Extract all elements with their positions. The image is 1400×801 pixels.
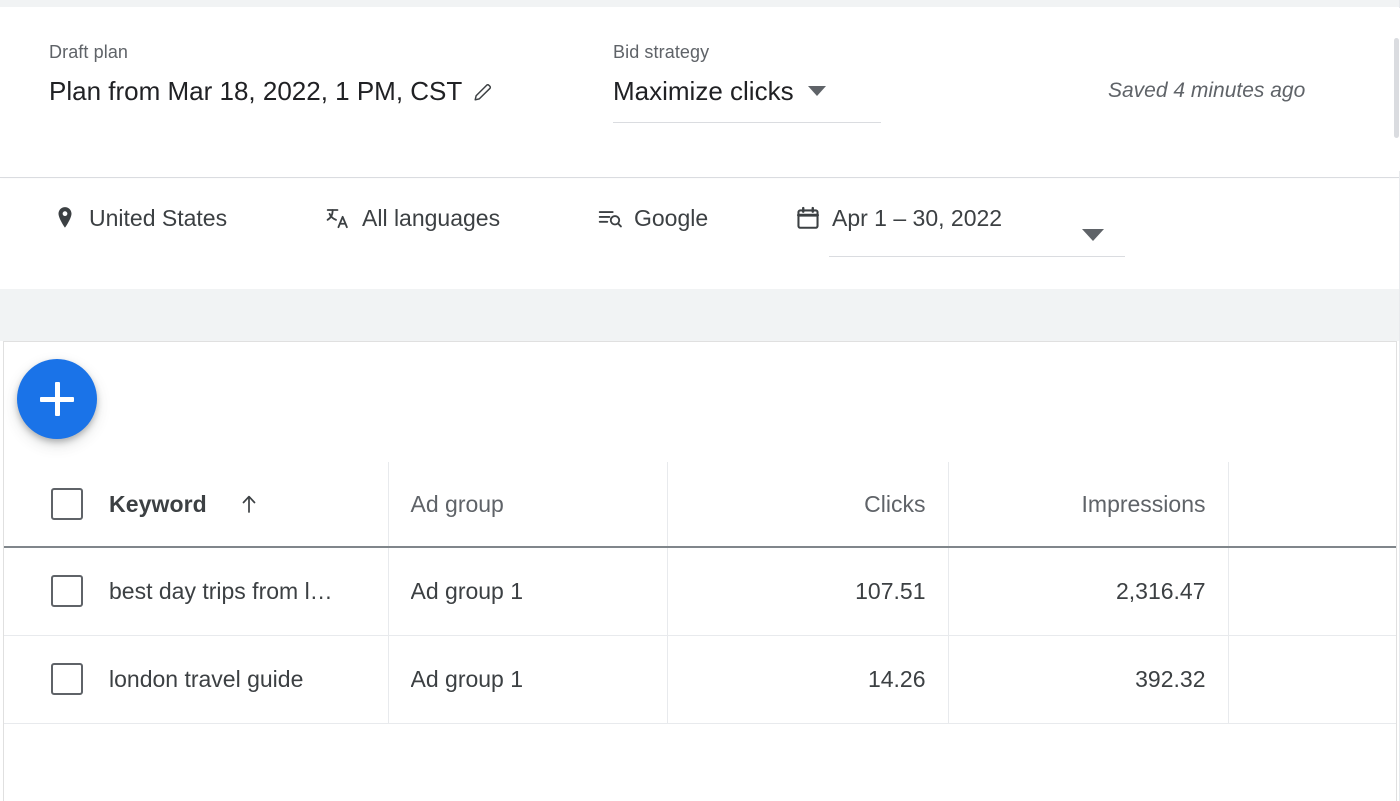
row-ad-group-cell: Ad group 1 <box>388 635 668 724</box>
pencil-icon[interactable] <box>472 81 494 103</box>
row-clicks-value: 14.26 <box>867 665 926 692</box>
row-extra-cell <box>1228 547 1396 636</box>
table-header-clicks[interactable]: Clicks <box>667 462 949 548</box>
row-clicks-cell: 14.26 <box>667 635 949 724</box>
vertical-scrollbar-track[interactable] <box>1394 8 1400 171</box>
table-header-extra[interactable] <box>1228 462 1396 548</box>
chevron-down-icon[interactable] <box>807 86 826 96</box>
select-all-checkbox[interactable] <box>51 488 83 520</box>
add-keyword-button[interactable] <box>17 359 97 439</box>
plus-icon <box>40 382 74 416</box>
table-header-clicks-label: Clicks <box>864 490 926 517</box>
row-impressions-value: 392.32 <box>1135 665 1206 692</box>
draft-plan-value: Plan from Mar 18, 2022, 1 PM, CST <box>49 76 463 106</box>
filter-location-label: United States <box>89 205 228 231</box>
date-range-chevron-down-icon[interactable] <box>1082 229 1104 241</box>
bid-strategy-underline <box>613 122 881 123</box>
table-header-ad-group-label: Ad group <box>410 490 504 517</box>
row-impressions-value: 2,316.47 <box>1115 577 1206 604</box>
filter-language-label: All languages <box>362 205 501 231</box>
row-ad-group-text: Ad group 1 <box>410 577 524 604</box>
row-ad-group-text: Ad group 1 <box>410 665 524 692</box>
filter-bar: United States All languages Google Apr 1… <box>0 179 1400 289</box>
draft-plan-value-row[interactable]: Plan from Mar 18, 2022, 1 PM, CST <box>49 74 494 108</box>
row-checkbox[interactable] <box>51 663 83 695</box>
table-header-impressions-label: Impressions <box>1081 490 1206 517</box>
table-header-ad-group[interactable]: Ad group <box>388 462 668 548</box>
filter-date-range[interactable]: Apr 1 – 30, 2022 <box>795 198 1002 238</box>
filter-language[interactable]: All languages <box>325 198 500 238</box>
location-pin-icon <box>52 205 78 231</box>
plan-header-panel: Draft plan Plan from Mar 18, 2022, 1 PM,… <box>0 7 1400 178</box>
row-impressions-cell: 392.32 <box>948 635 1229 724</box>
draft-plan-field: Draft plan Plan from Mar 18, 2022, 1 PM,… <box>49 40 494 108</box>
row-extra-cell <box>1228 635 1396 724</box>
table-header-impressions[interactable]: Impressions <box>948 462 1229 548</box>
bid-strategy-label: Bid strategy <box>613 42 710 62</box>
keyword-table: Keyword Ad group Clicks Impressions best… <box>4 462 1396 724</box>
row-clicks-value: 107.51 <box>855 577 926 604</box>
vertical-scrollbar-thumb[interactable] <box>1394 38 1399 138</box>
bid-strategy-value: Maximize clicks <box>613 76 794 106</box>
content-gap <box>0 289 1400 341</box>
row-keyword-text: london travel guide <box>109 665 304 692</box>
filter-location[interactable]: United States <box>52 198 227 238</box>
saved-status-text: Saved 4 minutes ago <box>1108 79 1306 102</box>
row-impressions-cell: 2,316.47 <box>948 547 1229 636</box>
draft-plan-label: Draft plan <box>49 42 129 62</box>
filter-network[interactable]: Google <box>597 198 708 238</box>
table-row[interactable]: london travel guide Ad group 1 14.26 392… <box>4 635 1396 724</box>
filter-date-range-label: Apr 1 – 30, 2022 <box>832 205 1003 231</box>
row-keyword-cell: best day trips from l… <box>4 547 389 636</box>
page-root: Draft plan Plan from Mar 18, 2022, 1 PM,… <box>0 0 1400 801</box>
row-keyword-cell: london travel guide <box>4 635 389 724</box>
table-row[interactable]: best day trips from l… Ad group 1 107.51… <box>4 547 1396 636</box>
bid-strategy-field: Bid strategy Maximize clicks <box>613 40 881 123</box>
table-header-keyword-label: Keyword <box>109 490 207 517</box>
calendar-icon <box>795 205 821 231</box>
search-list-icon <box>597 205 623 231</box>
row-keyword-text: best day trips from l… <box>109 577 333 604</box>
table-header-keyword[interactable]: Keyword <box>4 462 389 548</box>
date-range-underline <box>829 256 1125 257</box>
translate-icon <box>325 205 351 231</box>
row-checkbox[interactable] <box>51 575 83 608</box>
sort-ascending-arrow-icon[interactable] <box>239 492 259 516</box>
bid-strategy-select[interactable]: Maximize clicks <box>613 74 826 108</box>
row-clicks-cell: 107.51 <box>667 547 949 636</box>
row-ad-group-cell: Ad group 1 <box>388 547 668 636</box>
table-header-row: Keyword Ad group Clicks Impressions <box>4 462 1396 548</box>
top-gray-strip <box>0 0 1400 7</box>
filter-network-label: Google <box>634 205 709 231</box>
